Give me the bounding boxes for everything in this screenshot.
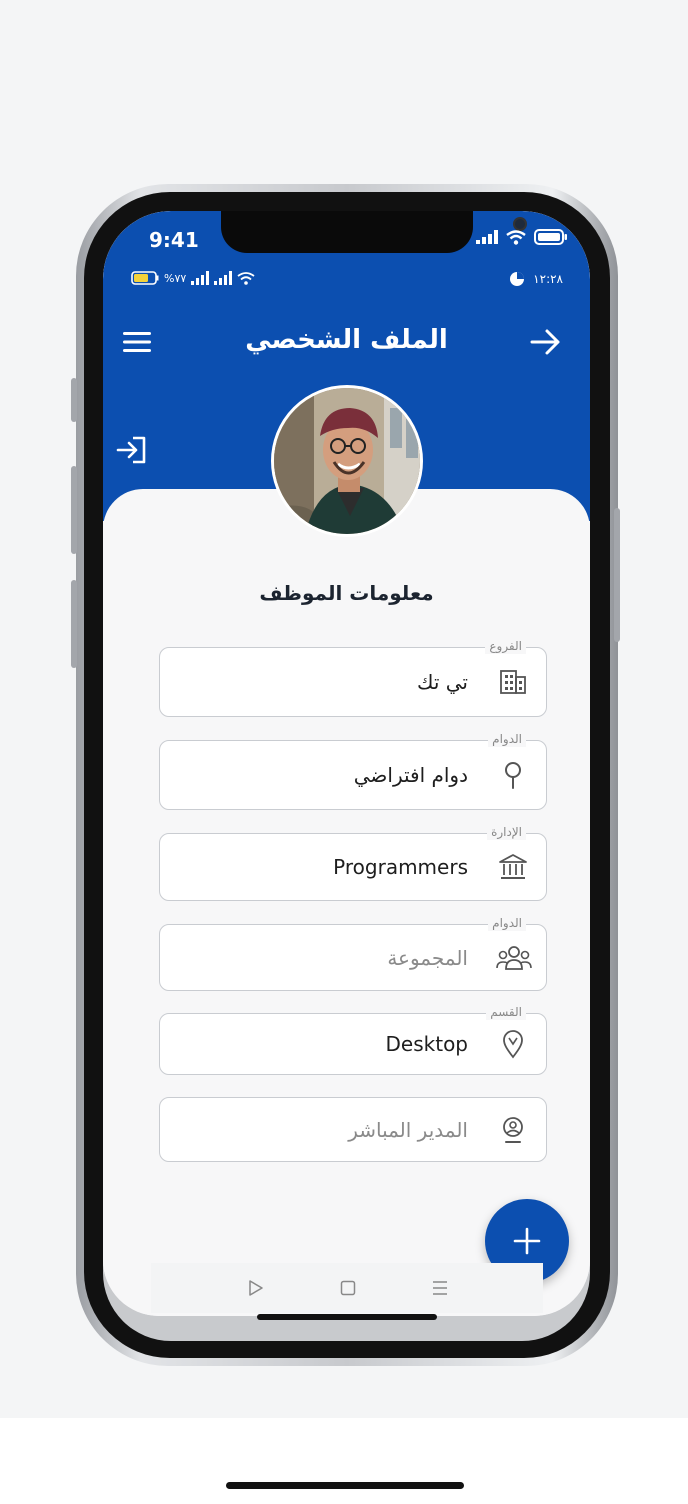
nav-back-icon[interactable]	[247, 1279, 265, 1297]
battery-icon	[534, 229, 567, 245]
back-arrow-icon[interactable]	[530, 327, 562, 357]
field-group[interactable]: الدوام المجموعة	[159, 915, 547, 991]
field-label: القسم	[486, 1004, 526, 1020]
android-clock: ١٢:٢٨	[533, 272, 563, 286]
power-button	[614, 508, 620, 642]
location-pin-icon	[505, 762, 521, 789]
nav-home-icon[interactable]	[339, 1279, 357, 1297]
field-direct-manager[interactable]: المدير المباشر	[159, 1097, 547, 1162]
signal-bars-icon	[191, 271, 210, 285]
institution-icon	[499, 854, 527, 879]
mute-switch	[71, 378, 77, 422]
group-icon	[496, 945, 532, 970]
phone-screen: 9:41 %٧٧ ١٢:٢٨ الملف الشخصي معلومات المو…	[103, 211, 590, 1341]
android-nav-bar	[151, 1263, 543, 1313]
notch	[221, 211, 527, 253]
map-marker-icon	[503, 1030, 523, 1059]
page-title: الملف الشخصي	[245, 325, 448, 355]
wifi-icon	[506, 229, 526, 245]
field-value: دوام افتراضي	[353, 763, 468, 787]
field-administration[interactable]: الإدارة Programmers	[159, 824, 547, 901]
cellular-signal-icon	[476, 230, 498, 244]
field-value: تي تك	[416, 670, 468, 694]
field-shift[interactable]: الدوام دوام افتراضي	[159, 731, 547, 810]
profile-avatar[interactable]	[271, 385, 423, 537]
field-branch[interactable]: الفروع تي تك	[159, 638, 547, 717]
field-section[interactable]: القسم Desktop	[159, 1004, 547, 1075]
field-value: Desktop	[385, 1032, 468, 1056]
volume-up-button	[71, 466, 77, 554]
clock-icon	[510, 272, 525, 286]
field-placeholder: المجموعة	[387, 945, 468, 970]
profile-card	[103, 489, 590, 1316]
battery-percent: %٧٧	[164, 271, 187, 285]
wifi-small-icon	[237, 272, 255, 285]
phone-home-indicator	[257, 1314, 437, 1320]
battery-low-icon	[131, 271, 159, 285]
android-status-bar: %٧٧ ١٢:٢٨	[131, 271, 563, 293]
volume-down-button	[71, 580, 77, 668]
building-icon	[500, 670, 526, 694]
field-label: الفروع	[485, 638, 526, 654]
signal-bars-2-icon	[214, 271, 233, 285]
manager-icon	[503, 1116, 523, 1143]
page-bottom-band	[0, 1418, 688, 1504]
field-label: الدوام	[488, 731, 526, 747]
field-value: Programmers	[333, 855, 468, 879]
section-title: معلومات الموظف	[259, 581, 434, 605]
field-label: الدوام	[488, 915, 526, 931]
nav-recents-icon[interactable]	[431, 1279, 449, 1297]
field-placeholder: المدير المباشر	[348, 1117, 468, 1142]
status-time: 9:41	[149, 228, 199, 252]
page-home-indicator	[226, 1482, 464, 1489]
field-label: الإدارة	[487, 824, 526, 840]
app-screen: 9:41 %٧٧ ١٢:٢٨ الملف الشخصي معلومات المو…	[103, 211, 590, 1316]
avatar-photo	[274, 388, 420, 534]
logout-icon[interactable]	[115, 433, 149, 467]
status-icons	[476, 229, 568, 245]
plus-icon	[513, 1227, 541, 1255]
